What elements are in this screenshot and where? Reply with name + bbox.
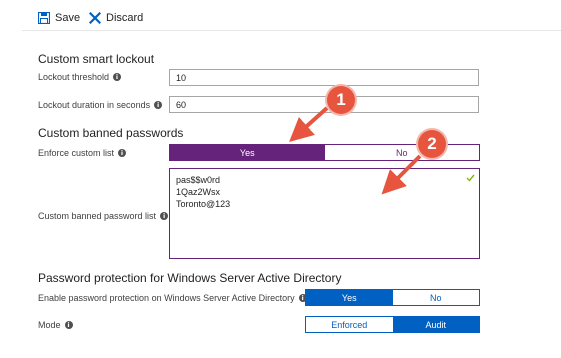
callout-badge-2: 2 <box>418 130 446 158</box>
enable-ad-protection-label: Enable password protection on Windows Se… <box>38 293 307 303</box>
enable-ad-protection-toggle[interactable]: Yes No <box>305 289 480 306</box>
enforce-custom-list-label: Enforce custom list i <box>38 148 127 158</box>
mode-audit-option[interactable]: Audit <box>392 317 479 332</box>
enforce-no-option[interactable]: No <box>324 145 479 160</box>
discard-x-icon <box>89 12 101 24</box>
lockout-threshold-input[interactable]: 10 <box>169 69 479 86</box>
mode-toggle[interactable]: Enforced Audit <box>305 316 480 333</box>
toolbar-divider <box>22 30 561 31</box>
lockout-threshold-value: 10 <box>176 72 187 83</box>
discard-button[interactable]: Discard <box>89 12 143 24</box>
ad-protection-title: Password protection for Windows Server A… <box>38 271 342 285</box>
banned-password-line: pas$$w0rd <box>176 175 221 185</box>
lockout-threshold-text: Lockout threshold <box>38 72 110 82</box>
save-icon <box>38 12 50 24</box>
info-icon[interactable]: i <box>154 101 163 109</box>
lockout-duration-value: 60 <box>176 99 187 110</box>
smart-lockout-title: Custom smart lockout <box>38 52 155 66</box>
mode-text: Mode <box>38 320 61 330</box>
lockout-threshold-label: Lockout threshold i <box>38 72 122 82</box>
info-icon[interactable]: i <box>118 149 127 157</box>
info-icon[interactable]: i <box>160 212 169 220</box>
banned-passwords-title: Custom banned passwords <box>38 126 184 140</box>
mode-enforced-option[interactable]: Enforced <box>306 317 393 332</box>
enforce-custom-list-text: Enforce custom list <box>38 148 115 158</box>
enforce-yes-option[interactable]: Yes <box>170 145 325 160</box>
save-label: Save <box>55 12 81 24</box>
mode-label: Mode i <box>38 320 73 330</box>
custom-banned-password-textarea[interactable]: pas$$w0rd 1Qaz2Wsx Toronto@123 <box>169 168 480 259</box>
enable-no-option[interactable]: No <box>392 290 479 305</box>
info-icon[interactable]: i <box>64 321 73 329</box>
lockout-duration-text: Lockout duration in seconds <box>38 100 151 110</box>
checkmark-icon <box>466 174 475 182</box>
save-button[interactable]: Save <box>38 12 80 24</box>
banned-password-line: 1Qaz2Wsx <box>176 187 221 197</box>
callout-badge-1: 1 <box>327 86 355 114</box>
custom-banned-list-label: Custom banned password list i <box>38 211 169 221</box>
lockout-duration-input[interactable]: 60 <box>169 96 479 113</box>
discard-label: Discard <box>106 12 144 24</box>
enable-ad-protection-text: Enable password protection on Windows Se… <box>38 293 295 303</box>
custom-banned-list-text: Custom banned password list <box>38 211 157 221</box>
lockout-duration-label: Lockout duration in seconds i <box>38 100 163 110</box>
banned-password-line: Toronto@123 <box>176 199 231 209</box>
info-icon[interactable]: i <box>113 73 122 81</box>
enable-yes-option[interactable]: Yes <box>306 290 393 305</box>
